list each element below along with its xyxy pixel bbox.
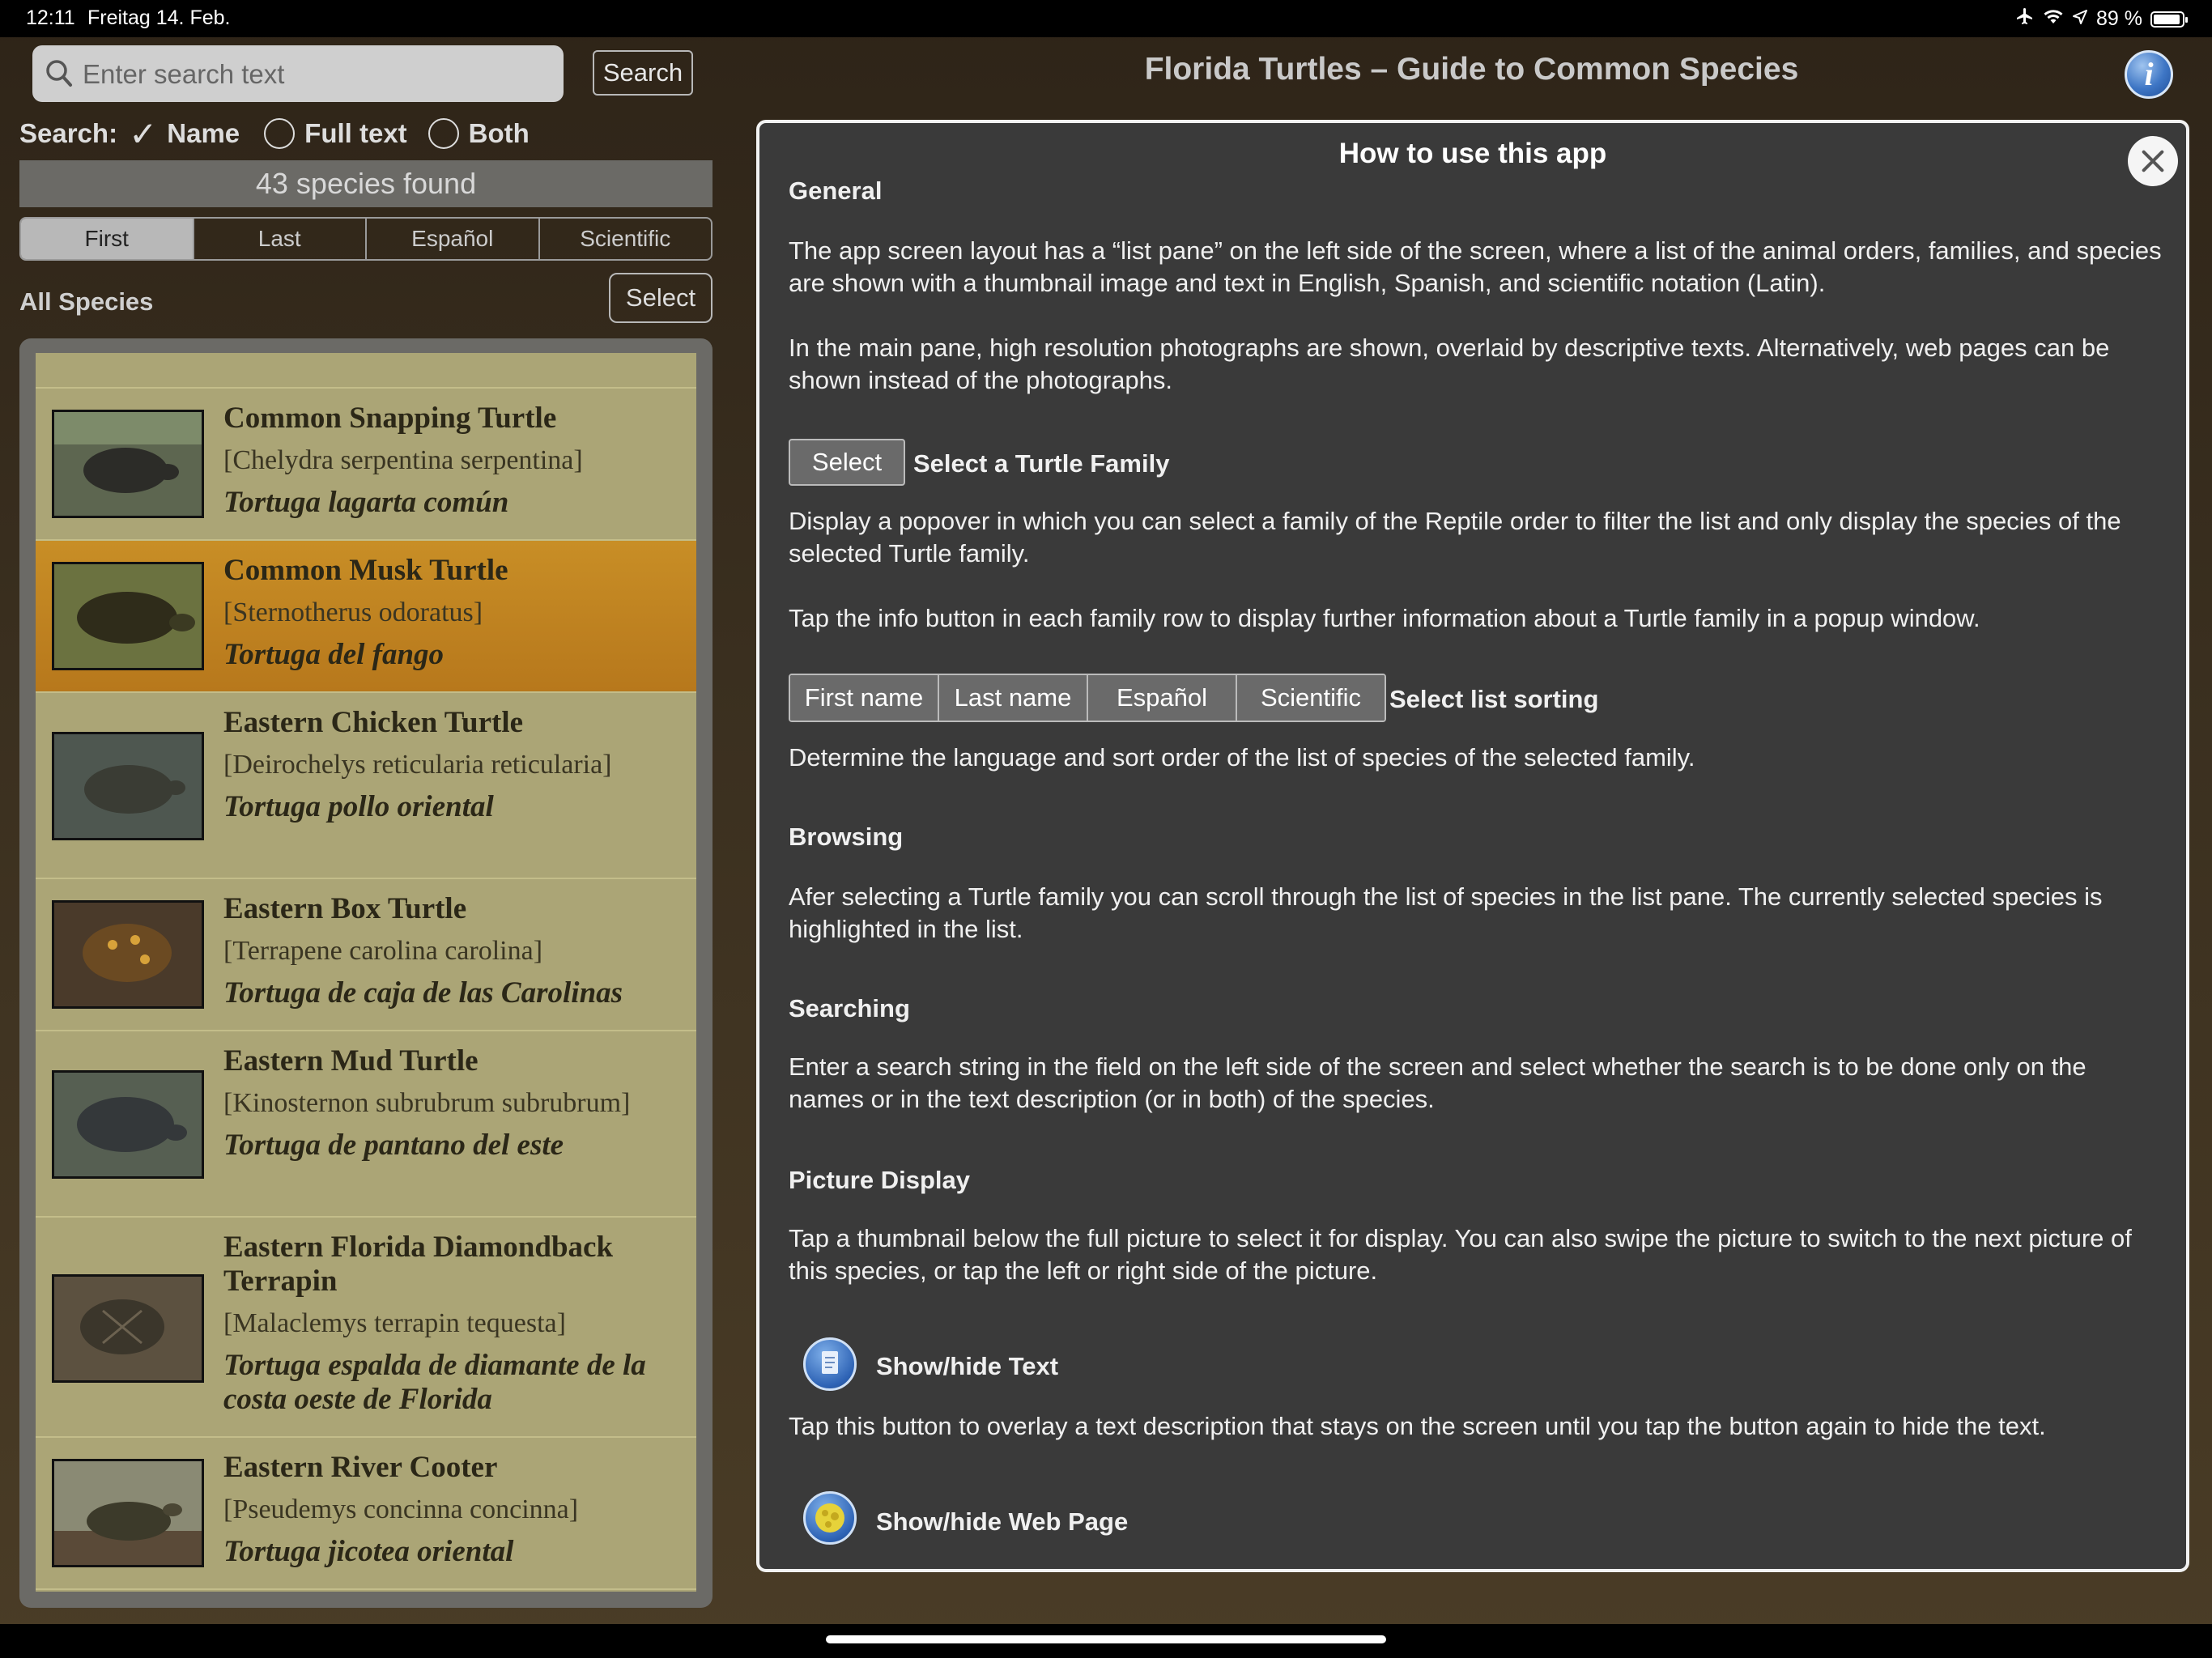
- list-title: All Species: [19, 287, 154, 316]
- species-row-selected[interactable]: Common Musk Turtle [Sternotherus odoratu…: [36, 541, 696, 693]
- species-common-name: Common Musk Turtle: [223, 554, 508, 587]
- species-common-name: Eastern Florida Diamondback Terrapin: [223, 1231, 614, 1298]
- demo-sort-scientific: Scientific: [1236, 675, 1385, 721]
- species-thumbnail: [52, 900, 204, 1009]
- species-scientific-name: [Pseudemys concinna concinna]: [223, 1494, 579, 1524]
- help-paragraph: Display a popover in which you can selec…: [789, 507, 2121, 568]
- species-spanish-name: Tortuga pollo oriental: [223, 790, 494, 823]
- species-thumbnail: [52, 1459, 204, 1567]
- sort-tab-first[interactable]: First: [21, 219, 193, 259]
- help-heading-browsing: Browsing: [789, 823, 904, 851]
- species-thumbnail: [52, 562, 204, 670]
- help-heading-show-web: Show/hide Web Page: [876, 1507, 1129, 1536]
- species-common-name: Eastern Chicken Turtle: [223, 706, 524, 739]
- search-option-both[interactable]: Both: [428, 118, 530, 149]
- info-icon[interactable]: i: [2125, 50, 2173, 99]
- battery-percent: 89 %: [2096, 7, 2142, 30]
- species-thumbnail: [52, 1070, 204, 1179]
- search-input[interactable]: [81, 53, 554, 96]
- radio-icon: [264, 118, 296, 149]
- help-paragraph: Tap a thumbnail below the full picture t…: [789, 1224, 2132, 1285]
- species-scientific-name: [Malaclemys terrapin tequesta]: [223, 1308, 566, 1338]
- species-thumbnail: [52, 410, 204, 518]
- demo-select-button: Select: [789, 439, 905, 486]
- species-common-name: Eastern Box Turtle: [223, 892, 467, 925]
- help-paragraph: Afer selecting a Turtle family you can s…: [789, 882, 2103, 943]
- page-title: Florida Turtles – Guide to Common Specie…: [1144, 52, 1799, 87]
- airplane-icon: [2015, 6, 2035, 32]
- help-heading-searching: Searching: [789, 994, 910, 1022]
- species-row[interactable]: Eastern River Cooter [Pseudemys concinna…: [36, 1438, 696, 1590]
- demo-sort-first-name: First name: [790, 675, 938, 721]
- species-row[interactable]: Eastern Mud Turtle [Kinosternon subrubru…: [36, 1031, 696, 1218]
- species-spanish-name: Tortuga espalda de diamante de la costa …: [223, 1349, 646, 1416]
- wifi-icon: [2043, 7, 2064, 31]
- text-document-icon: [803, 1337, 857, 1391]
- species-list[interactable]: Common Snapping Turtle [Chelydra serpent…: [19, 338, 713, 1608]
- help-paragraph: The app screen layout has a “list pane” …: [789, 236, 2162, 297]
- species-thumbnail: [52, 732, 204, 840]
- battery-icon: [2150, 11, 2188, 28]
- home-indicator[interactable]: [826, 1635, 1386, 1643]
- sort-segmented-control: First Last Español Scientific: [19, 217, 713, 261]
- search-scope-label: Search:: [19, 118, 118, 148]
- species-scientific-name: [Terrapene carolina carolina]: [223, 936, 543, 966]
- search-option-fulltext[interactable]: Full text: [264, 118, 407, 149]
- species-common-name: Eastern River Cooter: [223, 1451, 498, 1484]
- web-page-icon: [803, 1491, 857, 1545]
- search-icon: [46, 60, 72, 87]
- species-scientific-name: [Sternotherus odoratus]: [223, 597, 483, 627]
- species-common-name: Common Snapping Turtle: [223, 402, 557, 435]
- sort-tab-last[interactable]: Last: [192, 219, 366, 259]
- help-paragraph: Determine the language and sort order of…: [789, 743, 1695, 772]
- species-scientific-name: [Kinosternon subrubrum subrubrum]: [223, 1088, 631, 1118]
- sort-tab-scientific[interactable]: Scientific: [538, 219, 712, 259]
- demo-sort-last-name: Last name: [938, 675, 1087, 721]
- species-scientific-name: [Chelydra serpentina serpentina]: [223, 445, 583, 475]
- species-row[interactable]: Eastern Chicken Turtle [Deirochelys reti…: [36, 693, 696, 879]
- species-common-name: Eastern Mud Turtle: [223, 1044, 479, 1078]
- select-family-button[interactable]: Select: [609, 273, 713, 323]
- help-paragraph: In the main pane, high resolution photog…: [789, 334, 2110, 394]
- help-heading-picture: Picture Display: [789, 1166, 970, 1194]
- search-option-name[interactable]: ✓ Name: [129, 114, 240, 154]
- help-heading-select-family: Select a Turtle Family: [913, 449, 1170, 478]
- help-heading-general: General: [789, 176, 883, 202]
- species-row[interactable]: Eastern Box Turtle [Terrapene carolina c…: [36, 879, 696, 1031]
- status-bar: 12:11 Freitag 14. Feb. 89 %: [0, 0, 2212, 37]
- species-spanish-name: Tortuga de caja de las Carolinas: [223, 976, 623, 1010]
- species-spanish-name: Tortuga lagarta común: [223, 486, 509, 519]
- search-option-label: Name: [167, 118, 240, 148]
- search-button[interactable]: Search: [593, 50, 693, 96]
- species-spanish-name: Tortuga del fango: [223, 638, 445, 671]
- status-date: Freitag 14. Feb.: [87, 6, 231, 29]
- species-row[interactable]: Common Snapping Turtle [Chelydra serpent…: [36, 389, 696, 541]
- search-scope-options: Search: ✓ Name Full text Both: [19, 113, 530, 154]
- close-icon[interactable]: [2128, 136, 2178, 186]
- search-field[interactable]: [32, 45, 564, 102]
- sort-tab-espanol[interactable]: Español: [365, 219, 538, 259]
- species-row[interactable]: Eastern Florida Diamondback Terrapin [Ma…: [36, 1218, 696, 1438]
- species-spanish-name: Tortuga jicotea oriental: [223, 1535, 514, 1568]
- species-thumbnail: [52, 1274, 204, 1383]
- demo-sort-control: First name Last name Español Scientific: [789, 674, 1386, 722]
- list-top-spacer: [36, 353, 696, 389]
- help-paragraph: Tap this button to overlay a text descri…: [789, 1412, 2046, 1440]
- status-time: 12:11: [26, 6, 75, 29]
- search-option-label: Both: [468, 118, 530, 148]
- checkmark-icon: ✓: [129, 114, 158, 153]
- demo-sort-espanol: Español: [1087, 675, 1236, 721]
- help-popup: How to use this app General The app scre…: [756, 120, 2189, 1572]
- help-paragraph: Enter a search string in the field on th…: [789, 1052, 2087, 1113]
- result-count: 43 species found: [19, 160, 713, 207]
- radio-icon: [428, 118, 459, 149]
- help-heading-show-text: Show/hide Text: [876, 1352, 1059, 1380]
- location-icon: [2072, 7, 2088, 31]
- species-spanish-name: Tortuga de pantano del este: [223, 1129, 564, 1162]
- help-paragraph: Tap the info button in each family row t…: [789, 604, 1980, 632]
- help-title: How to use this app: [1338, 138, 1607, 169]
- help-heading-sorting: Select list sorting: [1389, 685, 1599, 713]
- search-option-label: Full text: [304, 118, 407, 148]
- species-scientific-name: [Deirochelys reticularia reticularia]: [223, 750, 612, 780]
